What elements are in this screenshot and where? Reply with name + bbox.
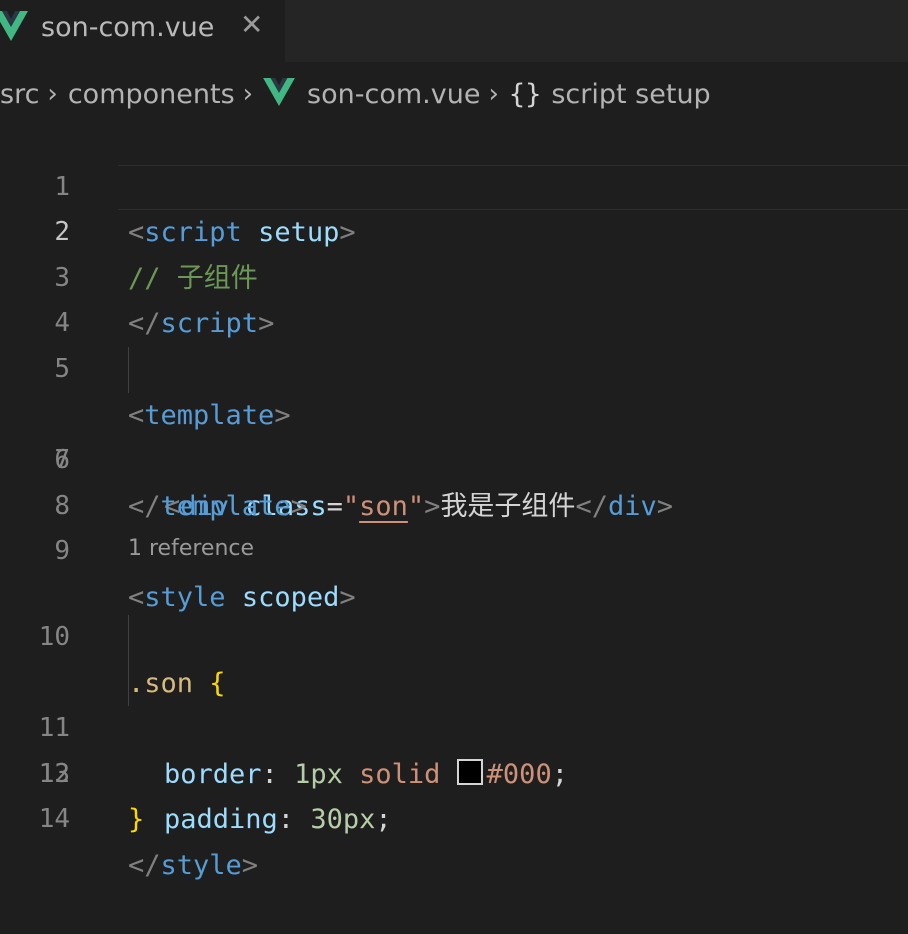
codelens-references[interactable]: 1 reference (0, 529, 908, 569)
code-line: 13 } (0, 706, 908, 836)
vue-icon (263, 77, 295, 113)
breadcrumb-item-src[interactable]: src (0, 79, 39, 110)
vue-icon (0, 11, 28, 45)
line-number: 14 (38, 804, 70, 835)
code-editor[interactable]: 1 <script setup> 2 // 子组件 3 </script> 4 … (0, 119, 908, 881)
codelens-label[interactable]: 1 reference (128, 529, 254, 569)
code-line-current: 2 // 子组件 (0, 164, 908, 294)
breadcrumb: src › components › son-com.vue › {} scri… (0, 74, 908, 114)
breadcrumb-item-components[interactable]: components (68, 79, 235, 110)
breadcrumb-item-symbol[interactable]: script setup (551, 79, 710, 110)
indent-guide (128, 614, 129, 661)
chevron-right-icon: › (242, 79, 254, 109)
braces-icon: {} (508, 78, 542, 110)
tab-label: son-com.vue (41, 12, 215, 43)
indent-guide (128, 346, 129, 393)
code-line: 14 </style> (0, 752, 908, 881)
code-text: } (128, 804, 145, 836)
code-line: 11 border: 1px solid #000; (0, 614, 908, 790)
code-line: 3 </script> (0, 210, 908, 340)
tab-son-com-vue[interactable]: son-com.vue ✕ (0, 0, 285, 62)
code-line: 7 </template> (0, 393, 908, 522)
code-line: 1 <script setup> (0, 119, 908, 249)
indent-guide (128, 660, 129, 707)
code-line: 10 .son { (0, 569, 908, 699)
code-line: 4 (0, 256, 908, 338)
chevron-right-icon: › (47, 79, 58, 109)
chevron-right-icon: › (488, 79, 499, 109)
close-icon[interactable]: ✕ (240, 8, 263, 42)
breadcrumb-item-file[interactable]: son-com.vue (307, 79, 480, 110)
code-line: 6 <div class="son">我是子组件</div> (0, 346, 908, 522)
code-line: 12 padding: 30px; (0, 660, 908, 835)
code-text: padding: 30px; (164, 804, 392, 836)
code-line: 9 <style scoped> (0, 484, 908, 613)
tab-bar: son-com.vue ✕ (0, 0, 908, 62)
code-text: </style> (128, 849, 259, 881)
code-line: 8 (0, 438, 908, 521)
code-line: 5 <template> (0, 301, 908, 431)
